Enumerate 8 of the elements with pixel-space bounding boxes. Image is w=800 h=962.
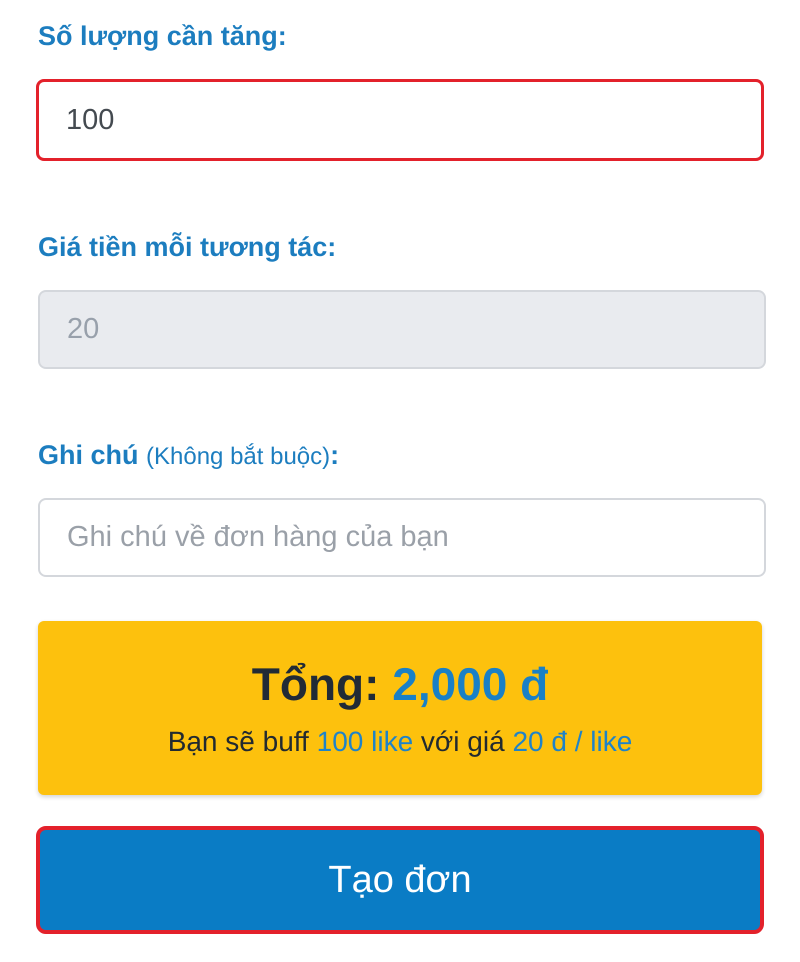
total-heading: Tổng: 2,000 đ <box>252 657 548 712</box>
field-label: Ghi chú (Không bắt buộc): <box>37 439 340 472</box>
input-field[interactable]: 100 <box>36 79 764 161</box>
field-label: Giá tiền mỗi tương tác: <box>37 231 338 264</box>
create-order-button[interactable]: Tạo đơn <box>36 826 764 934</box>
field-label: Số lượng cần tăng: <box>37 20 288 53</box>
input-field[interactable]: Ghi chú về đơn hàng của bạn <box>38 498 766 577</box>
order-summary: Bạn sẽ buff 100 like với giá 20 đ / like <box>168 725 632 759</box>
